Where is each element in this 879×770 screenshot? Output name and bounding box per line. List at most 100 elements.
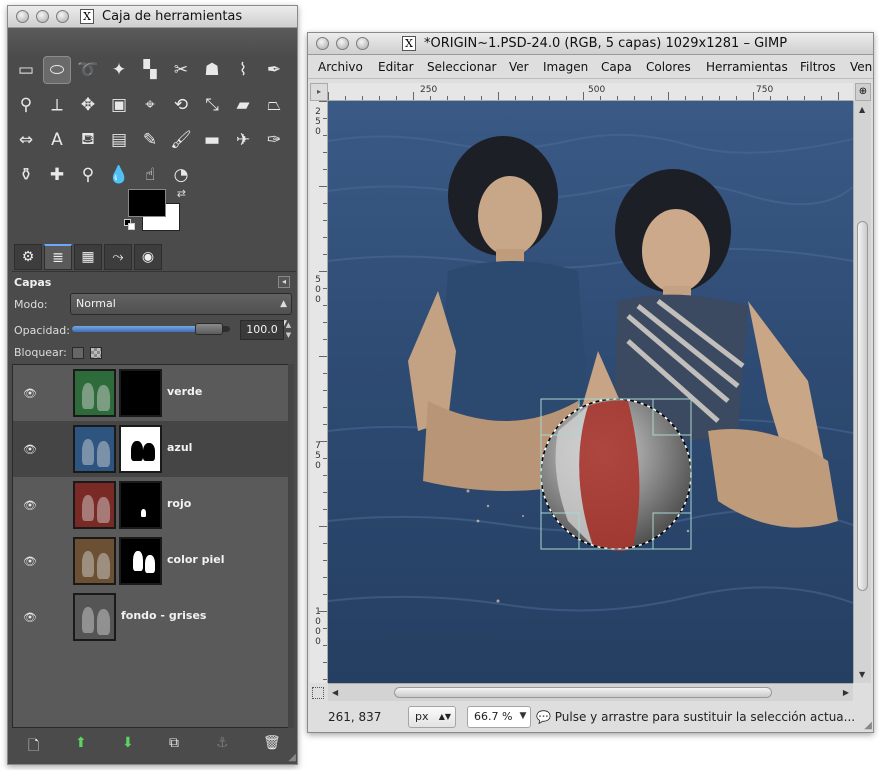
horizontal-scroll-thumb[interactable]	[394, 687, 772, 698]
close-button[interactable]	[316, 37, 329, 50]
bucket-fill-icon[interactable]: ⛾	[74, 126, 102, 154]
lower-layer-icon[interactable]: ⬇	[122, 735, 134, 751]
blend-icon[interactable]: ▤	[105, 126, 133, 154]
color-picker-icon[interactable]: ✒	[260, 56, 288, 84]
vertical-scroll-thumb[interactable]	[857, 221, 868, 591]
menu-archivo[interactable]: Archivo	[318, 60, 363, 74]
pencil-icon[interactable]: ✎	[136, 126, 164, 154]
dodge-burn-icon[interactable]: ◔	[167, 161, 195, 189]
minimize-button[interactable]	[336, 37, 349, 50]
horizontal-ruler[interactable]: 250 500 750	[328, 83, 853, 101]
layer-thumbnail[interactable]	[73, 593, 116, 641]
scissors-select-icon[interactable]: ✂	[167, 56, 195, 84]
menu-colores[interactable]: Colores	[646, 60, 691, 74]
opacity-value-field[interactable]: 100.0	[240, 320, 284, 340]
eye-icon[interactable]: 👁	[23, 611, 37, 624]
menu-editar[interactable]: Editar	[378, 60, 414, 74]
shear-icon[interactable]: ▰	[229, 91, 257, 119]
layer-mask-thumbnail[interactable]	[119, 537, 162, 585]
text-icon[interactable]: A	[43, 126, 71, 154]
scroll-down-icon[interactable]: ▼	[859, 670, 865, 679]
eye-icon[interactable]: 👁	[23, 387, 37, 400]
layer-mask-thumbnail[interactable]	[119, 369, 162, 417]
opacity-spinner[interactable]: ▲ ▼	[284, 320, 293, 340]
eraser-icon[interactable]: ▬	[198, 126, 226, 154]
eye-icon[interactable]: 👁	[23, 443, 37, 456]
ink-icon[interactable]: ✑	[260, 126, 288, 154]
zoom-icon[interactable]: ⚲	[12, 91, 40, 119]
mode-select[interactable]: Normal ▲▼	[70, 293, 292, 329]
eye-icon[interactable]: 👁	[23, 555, 37, 568]
anchor-layer-icon[interactable]: ⚓	[216, 735, 229, 751]
menu-filtros[interactable]: Filtros	[800, 60, 836, 74]
align-icon[interactable]: ▣	[105, 91, 133, 119]
move-icon[interactable]: ✥	[74, 91, 102, 119]
zoom-button[interactable]	[56, 10, 69, 23]
menu-ven[interactable]: Ven	[850, 60, 872, 74]
zoom-button[interactable]	[356, 37, 369, 50]
panel-menu-icon[interactable]: ◂	[278, 276, 290, 288]
eye-icon[interactable]: 👁	[23, 499, 37, 512]
free-select-icon[interactable]: ➰	[74, 56, 102, 84]
foreground-select-icon[interactable]: ☗	[198, 56, 226, 84]
layers-scrollbar[interactable]	[288, 364, 294, 728]
layer-mask-thumbnail[interactable]	[119, 425, 162, 473]
resize-grip-icon[interactable]: ◢	[864, 720, 872, 731]
close-button[interactable]	[16, 10, 29, 23]
flip-icon[interactable]: ⇔	[12, 126, 40, 154]
paths-icon[interactable]: ⌇	[229, 56, 257, 84]
blur-icon[interactable]: 💧	[105, 161, 133, 189]
layer-row[interactable]: 👁 azul	[13, 421, 291, 477]
perspective-icon[interactable]: ⏢	[260, 91, 288, 119]
rect-select-icon[interactable]: ▭	[12, 56, 40, 84]
crop-icon[interactable]: ⌖	[136, 91, 164, 119]
layer-row[interactable]: 👁 fondo - grises	[13, 589, 291, 645]
layer-thumbnail[interactable]	[73, 481, 116, 529]
measure-icon[interactable]: ⟂	[43, 91, 71, 119]
lock-alpha-checkbox[interactable]	[90, 347, 102, 359]
navigate-icon[interactable]: ⊕	[855, 83, 871, 101]
horizontal-scrollbar[interactable]: ◀ ▶	[328, 683, 853, 701]
quick-mask-icon[interactable]	[312, 687, 324, 699]
scroll-right-icon[interactable]: ▶	[843, 688, 849, 697]
tab-channels[interactable]: ▦	[74, 244, 102, 270]
ellipse-select-icon[interactable]: ⬭	[43, 56, 71, 84]
default-colors-icon[interactable]	[124, 219, 136, 231]
scale-icon[interactable]: ⤡	[198, 91, 226, 119]
layer-row[interactable]: 👁 rojo	[13, 477, 291, 533]
duplicate-layer-icon[interactable]: ⧉	[169, 735, 179, 751]
raise-layer-icon[interactable]: ⬆	[75, 735, 87, 751]
vertical-scrollbar[interactable]: ▲ ▼	[853, 101, 871, 683]
fuzzy-select-icon[interactable]: ✦	[105, 56, 133, 84]
layer-row[interactable]: 👁 verde	[13, 365, 291, 421]
rotate-icon[interactable]: ⟲	[167, 91, 195, 119]
image-titlebar[interactable]: X *ORIGIN~1.PSD-24.0 (RGB, 5 capas) 1029…	[308, 33, 873, 55]
tab-paths[interactable]: ⤳	[104, 244, 132, 270]
layer-row[interactable]: 👁 color piel	[13, 533, 291, 589]
smudge-icon[interactable]: ☝	[136, 161, 164, 189]
image-canvas[interactable]	[328, 101, 853, 683]
delete-layer-icon[interactable]: 🗑	[263, 735, 281, 751]
airbrush-icon[interactable]: ✈	[229, 126, 257, 154]
menu-imagen[interactable]: Imagen	[543, 60, 588, 74]
toolbox-titlebar[interactable]: X Caja de herramientas	[8, 6, 297, 28]
paintbrush-icon[interactable]: 🖌	[167, 126, 195, 154]
swap-colors-icon[interactable]: ⇄	[177, 187, 186, 200]
menu-seleccionar[interactable]: Seleccionar	[427, 60, 496, 74]
menu-herramientas[interactable]: Herramientas	[706, 60, 788, 74]
layer-thumbnail[interactable]	[73, 369, 116, 417]
perspective-clone-icon[interactable]: ⚲	[74, 161, 102, 189]
tab-tool-options[interactable]: ⚙	[14, 244, 42, 270]
tab-brushes[interactable]: ◉	[134, 244, 162, 270]
new-layer-icon[interactable]: 🗋	[28, 735, 39, 759]
resize-grip-icon[interactable]: ◢	[288, 752, 296, 763]
layer-thumbnail[interactable]	[73, 425, 116, 473]
opacity-slider[interactable]	[72, 323, 230, 335]
ruler-corner-icon[interactable]: ▸	[310, 83, 328, 101]
vertical-ruler[interactable]: 250 500 750 1000	[310, 101, 328, 683]
minimize-button[interactable]	[36, 10, 49, 23]
layer-mask-thumbnail[interactable]	[119, 481, 162, 529]
foreground-color-swatch[interactable]	[128, 189, 166, 217]
select-by-color-icon[interactable]: ▚	[136, 56, 164, 84]
scroll-left-icon[interactable]: ◀	[332, 688, 338, 697]
